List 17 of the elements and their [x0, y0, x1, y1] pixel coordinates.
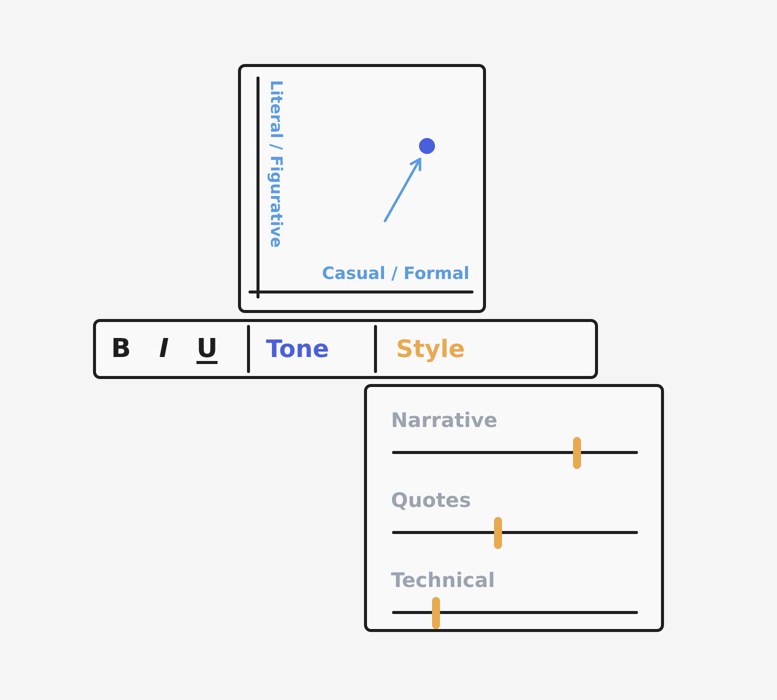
slider-thumb[interactable] — [432, 597, 440, 629]
x-axis-label: Casual / Formal — [322, 264, 470, 284]
underline-button[interactable]: U — [189, 329, 225, 369]
slider-track[interactable] — [392, 437, 638, 469]
slider-track[interactable] — [392, 597, 638, 629]
slider-label: Technical — [391, 569, 495, 591]
data-point — [419, 138, 435, 154]
slider-label: Quotes — [391, 489, 472, 511]
bold-button[interactable]: B — [103, 329, 139, 369]
slider-label: Narrative — [391, 409, 498, 431]
arrow — [384, 158, 422, 222]
tab[interactable]: Tone — [250, 327, 374, 371]
slider-thumb[interactable] — [494, 517, 502, 549]
y-axis-label: Literal / Figurative — [267, 80, 285, 248]
slider-track[interactable] — [392, 517, 638, 549]
italic-button[interactable]: I — [146, 329, 182, 369]
slider-thumb[interactable] — [572, 437, 580, 469]
